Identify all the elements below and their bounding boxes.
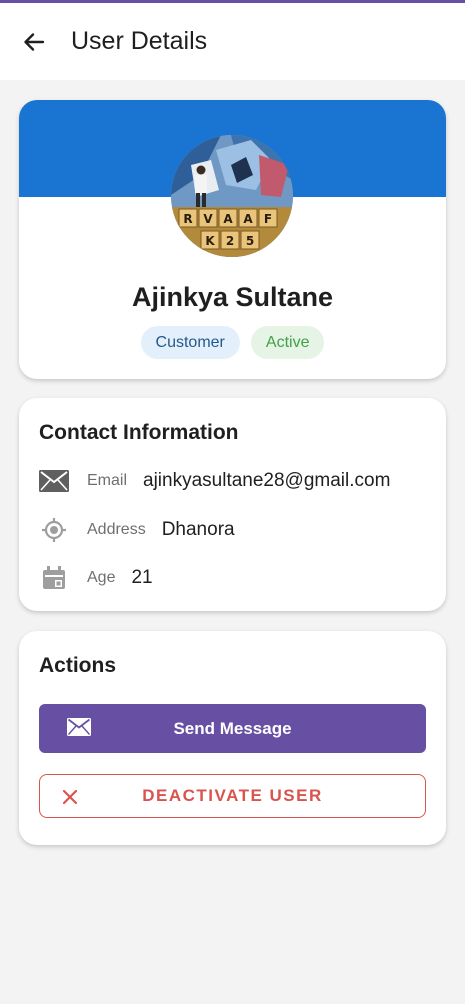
email-label: Email — [87, 472, 128, 489]
actions-card: Actions Send Message DEACTIVATE USER — [19, 631, 446, 845]
profile-card: R V A A F K 2 5 Customer Active — [19, 100, 446, 379]
mail-icon — [39, 466, 69, 496]
svg-text:V: V — [203, 212, 213, 226]
avatar: R V A A F K 2 5 — [171, 135, 293, 257]
contact-information-card: Contact Information Email ajinkyasultane… — [19, 398, 446, 611]
svg-text:5: 5 — [246, 234, 254, 248]
svg-text:F: F — [264, 212, 272, 226]
svg-text:A: A — [223, 212, 233, 226]
email-row: Email ajinkyasultane28@gmail.com — [39, 466, 390, 496]
email-value: ajinkyasultane28@gmail.com — [143, 470, 391, 491]
actions-section-title: Actions — [39, 654, 117, 677]
svg-text:A: A — [243, 212, 253, 226]
back-button[interactable] — [14, 22, 54, 62]
contact-section-title: Contact Information — [39, 421, 239, 444]
mail-icon — [67, 718, 91, 738]
age-label: Age — [87, 569, 116, 586]
svg-text:K: K — [205, 234, 215, 248]
svg-text:R: R — [183, 212, 192, 226]
location-icon — [39, 515, 69, 545]
address-row: Address Dhanora — [39, 515, 235, 545]
svg-text:2: 2 — [226, 234, 234, 248]
profile-photo: R V A A F K 2 5 — [171, 135, 293, 257]
close-icon — [62, 789, 78, 805]
page-title: User Details — [71, 27, 208, 55]
send-message-label: Send Message — [173, 718, 292, 738]
send-message-button[interactable]: Send Message — [39, 704, 426, 753]
role-badge: Customer — [140, 326, 240, 359]
age-value: 21 — [131, 567, 153, 588]
user-badges: Customer Active — [19, 326, 446, 359]
age-row: Age 21 — [39, 563, 153, 593]
app-bar: User Details — [0, 3, 465, 80]
arrow-left-icon — [24, 32, 45, 51]
address-value: Dhanora — [161, 519, 235, 540]
user-name: Ajinkya Sultane — [131, 282, 334, 312]
status-badge: Active — [250, 326, 325, 359]
deactivate-user-button[interactable]: DEACTIVATE USER — [39, 774, 426, 818]
address-label: Address — [87, 521, 146, 538]
calendar-icon — [39, 563, 69, 593]
deactivate-user-label: DEACTIVATE USER — [142, 786, 323, 805]
